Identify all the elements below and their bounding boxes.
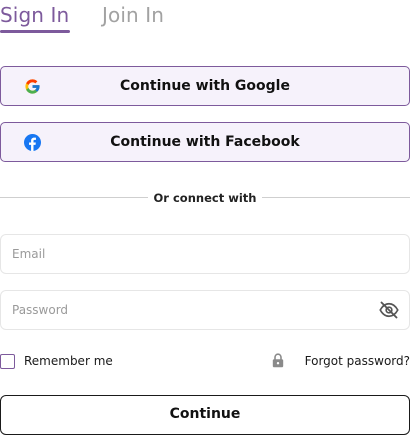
forgot-password-link[interactable]: Forgot password? <box>270 352 410 372</box>
tab-join-in[interactable]: Join In <box>102 2 164 28</box>
email-field-container <box>0 234 410 274</box>
or-connect-divider: Or connect with <box>0 189 410 207</box>
active-tab-indicator <box>0 30 70 33</box>
continue-with-google-button[interactable]: Continue with Google <box>0 66 410 106</box>
lock-icon <box>272 353 284 368</box>
continue-button-label: Continue <box>169 406 241 422</box>
continue-with-facebook-button[interactable]: Continue with Facebook <box>0 122 410 162</box>
password-input[interactable] <box>1 291 409 329</box>
remember-me-label[interactable]: Remember me <box>24 353 113 370</box>
divider-line-left <box>0 197 148 198</box>
remember-me-checkbox[interactable] <box>0 354 15 369</box>
tab-sign-in[interactable]: Sign In <box>0 2 69 28</box>
eye-off-icon[interactable] <box>379 301 399 319</box>
facebook-button-label: Continue with Facebook <box>110 134 300 150</box>
auth-tabs: Sign In Join In <box>0 0 410 34</box>
google-button-label: Continue with Google <box>120 78 290 94</box>
email-input[interactable] <box>1 235 409 273</box>
divider-line-right <box>262 197 410 198</box>
divider-text: Or connect with <box>153 191 257 205</box>
remember-me: Remember me <box>0 352 200 372</box>
password-field-container <box>0 290 410 330</box>
continue-button[interactable]: Continue <box>0 395 410 435</box>
forgot-password-label: Forgot password? <box>304 354 410 368</box>
